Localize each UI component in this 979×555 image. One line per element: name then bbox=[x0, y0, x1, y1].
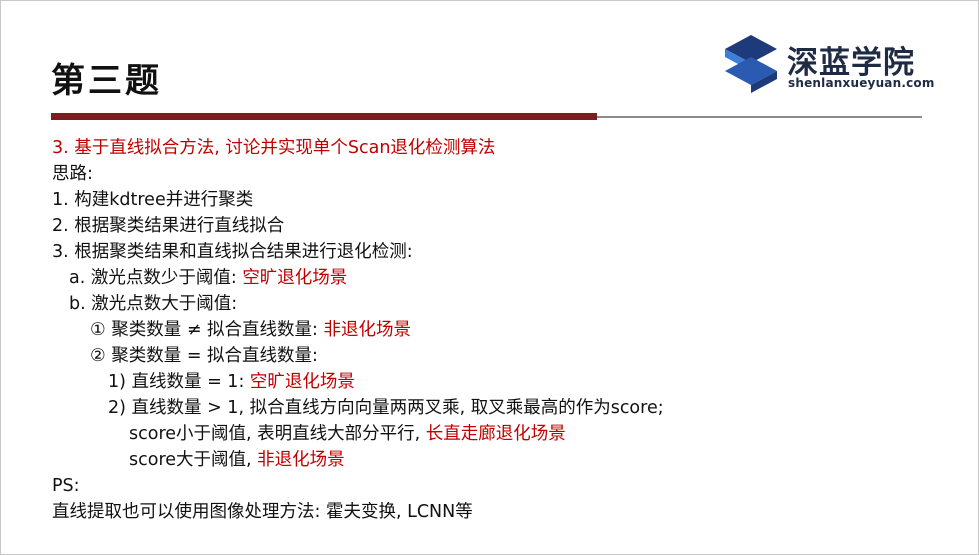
case-b2-1-text: 1) 直线数量 = 1: bbox=[108, 372, 250, 392]
slide: 第三题 深蓝学院 shenlanxueyuan.com 3. 基于直线拟合方法,… bbox=[0, 0, 979, 555]
case-b1-result: 非退化场景 bbox=[323, 320, 412, 340]
step-1: 1. 构建kdtree并进行聚类 bbox=[52, 190, 254, 210]
score-low: score小于阈值, 表明直线大部分平行, 长直走廊退化场景 bbox=[52, 421, 664, 447]
ps-note: 直线提取也可以使用图像处理方法: 霍夫变换, LCNN等 bbox=[52, 502, 473, 522]
slide-body: 3. 基于直线拟合方法, 讨论并实现单个Scan退化检测算法 思路: 1. 构建… bbox=[52, 135, 664, 525]
logo: 深蓝学院 shenlanxueyuan.com bbox=[723, 31, 943, 97]
case-b1-text: ① 聚类数量 ≠ 拟合直线数量: bbox=[90, 320, 324, 340]
case-b2-2: 2) 直线数量 > 1, 拟合直线方向向量两两叉乘, 取叉乘最高的作为score… bbox=[108, 398, 664, 418]
score-low-text: score小于阈值, 表明直线大部分平行, bbox=[129, 424, 426, 444]
score-low-result: 长直走廊退化场景 bbox=[425, 424, 566, 444]
slide-title: 第三题 bbox=[51, 61, 162, 101]
case-a: a. 激光点数少于阈值: 空旷退化场景 bbox=[52, 265, 664, 291]
title-rule bbox=[51, 113, 597, 120]
case-a-result: 空旷退化场景 bbox=[242, 268, 348, 288]
step-3: 3. 根据聚类结果和直线拟合结果进行退化检测: bbox=[52, 242, 413, 262]
case-b1: ① 聚类数量 ≠ 拟合直线数量: 非退化场景 bbox=[52, 317, 664, 343]
case-b2-1: 1) 直线数量 = 1: 空旷退化场景 bbox=[52, 369, 664, 395]
approach-label: 思路: bbox=[52, 164, 93, 184]
score-high: score大于阈值, 非退化场景 bbox=[52, 447, 664, 473]
case-b2: ② 聚类数量 = 拟合直线数量: bbox=[90, 346, 318, 366]
logo-mark-icon bbox=[725, 35, 777, 93]
score-high-text: score大于阈值, bbox=[129, 450, 258, 470]
score-high-result: 非退化场景 bbox=[257, 450, 345, 470]
logo-name-en: shenlanxueyuan.com bbox=[788, 76, 935, 90]
case-b: b. 激光点数大于阈值: bbox=[69, 294, 238, 314]
case-a-text: a. 激光点数少于阈值: bbox=[69, 268, 243, 288]
question-heading: 3. 基于直线拟合方法, 讨论并实现单个Scan退化检测算法 bbox=[52, 138, 496, 158]
case-b2-1-result: 空旷退化场景 bbox=[249, 372, 355, 392]
title-rule-thin bbox=[597, 116, 922, 118]
step-2: 2. 根据聚类结果进行直线拟合 bbox=[52, 216, 285, 236]
ps-label: PS: bbox=[52, 476, 80, 496]
